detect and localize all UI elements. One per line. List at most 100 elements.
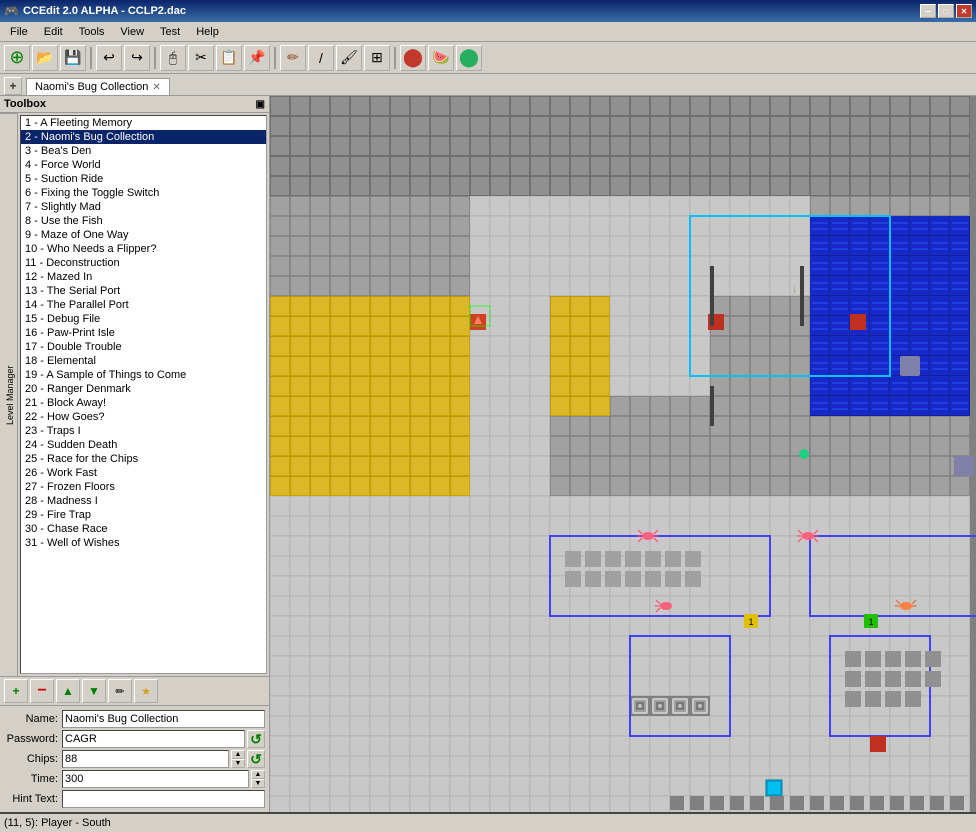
save-button[interactable]: 💾 bbox=[60, 45, 86, 71]
level-manager-tab[interactable]: Level Manager bbox=[3, 113, 17, 676]
time-input[interactable] bbox=[62, 770, 249, 788]
move-up-button[interactable]: ▲ bbox=[56, 679, 80, 703]
level-list-item[interactable]: 14 - The Parallel Port bbox=[21, 298, 266, 312]
menu-test[interactable]: Test bbox=[152, 24, 188, 40]
chips-input[interactable] bbox=[62, 750, 229, 768]
titlebar: 🎮 CCEdit 2.0 ALPHA - CCLP2.dac − □ ✕ bbox=[0, 0, 976, 22]
select-button[interactable]: 🖰 bbox=[160, 45, 186, 71]
rect-button[interactable]: ⊞ bbox=[364, 45, 390, 71]
copy-button[interactable]: 📋 bbox=[216, 45, 242, 71]
line-button[interactable]: / bbox=[308, 45, 334, 71]
minimize-button[interactable]: − bbox=[920, 4, 936, 18]
level-list-item[interactable]: 12 - Mazed In bbox=[21, 270, 266, 284]
level-list-scroll[interactable]: 1 - A Fleeting Memory2 - Naomi's Bug Col… bbox=[20, 115, 267, 674]
refresh-password-button[interactable]: ↺ bbox=[247, 730, 265, 748]
time-up-button[interactable]: ▲ bbox=[251, 770, 265, 779]
green-dot-button[interactable]: ⬤ bbox=[456, 45, 482, 71]
level-list-item[interactable]: 7 - Slightly Mad bbox=[21, 200, 266, 214]
chips-input-wrap: ▲ ▼ ↺ bbox=[62, 750, 265, 768]
chips-spinner: ▲ ▼ bbox=[231, 750, 245, 768]
level-list-item[interactable]: 22 - How Goes? bbox=[21, 410, 266, 424]
menu-edit[interactable]: Edit bbox=[36, 24, 71, 40]
menu-help[interactable]: Help bbox=[188, 24, 227, 40]
fill-button[interactable]: 🖌 bbox=[336, 45, 362, 71]
main-layout: Toolbox ▣ Level Manager Tiles - Sorted A… bbox=[0, 96, 976, 812]
level-list-item[interactable]: 23 - Traps I bbox=[21, 424, 266, 438]
new-button[interactable]: ⊕ bbox=[4, 45, 30, 71]
hint-input[interactable] bbox=[62, 790, 265, 808]
level-list-item[interactable]: 28 - Madness I bbox=[21, 494, 266, 508]
canvas-area[interactable]: 1 1 bbox=[270, 96, 976, 812]
level-list-item[interactable]: 15 - Debug File bbox=[21, 312, 266, 326]
name-input[interactable] bbox=[62, 710, 265, 728]
level-list-item[interactable]: 13 - The Serial Port bbox=[21, 284, 266, 298]
level-list-item[interactable]: 6 - Fixing the Toggle Switch bbox=[21, 186, 266, 200]
level-list-item[interactable]: 26 - Work Fast bbox=[21, 466, 266, 480]
menu-file[interactable]: File bbox=[2, 24, 36, 40]
menu-tools[interactable]: Tools bbox=[71, 24, 113, 40]
chips-down-button[interactable]: ▼ bbox=[231, 759, 245, 768]
pencil-button[interactable]: ✏ bbox=[280, 45, 306, 71]
tab-naomis-bug[interactable]: Naomi's Bug Collection ✕ bbox=[26, 78, 170, 95]
level-list-item[interactable]: 8 - Use the Fish bbox=[21, 214, 266, 228]
level-list-item[interactable]: 20 - Ranger Denmark bbox=[21, 382, 266, 396]
refresh-chips-button[interactable]: ↺ bbox=[247, 750, 265, 768]
hint-label: Hint Text: bbox=[4, 793, 62, 805]
tab-label: Naomi's Bug Collection bbox=[35, 81, 148, 93]
level-list-item[interactable]: 10 - Who Needs a Flipper? bbox=[21, 242, 266, 256]
titlebar-controls: − □ ✕ bbox=[920, 4, 972, 18]
level-list-item[interactable]: 9 - Maze of One Way bbox=[21, 228, 266, 242]
toolbox-label: Toolbox bbox=[4, 98, 46, 110]
time-down-button[interactable]: ▼ bbox=[251, 779, 265, 788]
level-list-item[interactable]: 30 - Chase Race bbox=[21, 522, 266, 536]
edit-props-button[interactable]: ✏ bbox=[108, 679, 132, 703]
level-list-item[interactable]: 21 - Block Away! bbox=[21, 396, 266, 410]
properties-panel: Name: Password: ↺ Chips: ▲ ▼ ↺ bbox=[0, 705, 269, 812]
game-canvas[interactable]: 1 1 bbox=[270, 96, 976, 812]
chips-up-button[interactable]: ▲ bbox=[231, 750, 245, 759]
level-list-item[interactable]: 1 - A Fleeting Memory bbox=[21, 116, 266, 130]
paste-button[interactable]: 📌 bbox=[244, 45, 270, 71]
redo-button[interactable]: ↪ bbox=[124, 45, 150, 71]
name-row: Name: bbox=[4, 710, 265, 728]
player-character bbox=[470, 314, 486, 330]
level-list-item[interactable]: 3 - Bea's Den bbox=[21, 144, 266, 158]
cut-button[interactable]: ✂ bbox=[188, 45, 214, 71]
open-button[interactable]: 📂 bbox=[32, 45, 58, 71]
level-list-item[interactable]: 27 - Frozen Floors bbox=[21, 480, 266, 494]
level-list-item[interactable]: 18 - Elemental bbox=[21, 354, 266, 368]
move-down-button[interactable]: ▼ bbox=[82, 679, 106, 703]
add-level-button[interactable]: + bbox=[4, 679, 28, 703]
watermelon-button[interactable]: 🍉 bbox=[428, 45, 454, 71]
remove-level-button[interactable]: − bbox=[30, 679, 54, 703]
favorite-button[interactable]: ★ bbox=[134, 679, 158, 703]
level-list-container: Level Manager Tiles - Sorted All Tiles 1… bbox=[0, 113, 269, 676]
level-list-item[interactable]: 24 - Sudden Death bbox=[21, 438, 266, 452]
level-list-item[interactable]: 19 - A Sample of Things to Come bbox=[21, 368, 266, 382]
close-button[interactable]: ✕ bbox=[956, 4, 972, 18]
tab-close-icon[interactable]: ✕ bbox=[152, 82, 160, 93]
level-list-item[interactable]: 29 - Fire Trap bbox=[21, 508, 266, 522]
maximize-button[interactable]: □ bbox=[938, 4, 954, 18]
level-list-item[interactable]: 4 - Force World bbox=[21, 158, 266, 172]
hint-row: Hint Text: bbox=[4, 790, 265, 808]
time-spinner: ▲ ▼ bbox=[251, 770, 265, 788]
sep3 bbox=[274, 47, 276, 69]
tiles-sorted-tab[interactable]: Tiles - Sorted bbox=[0, 113, 3, 676]
time-label: Time: bbox=[4, 773, 62, 785]
red-dot-button[interactable]: ⬤ bbox=[400, 45, 426, 71]
level-list-item[interactable]: 2 - Naomi's Bug Collection bbox=[21, 130, 266, 144]
undo-button[interactable]: ↩ bbox=[96, 45, 122, 71]
statusbar: (11, 5): Player - South bbox=[0, 812, 976, 832]
add-tab-button[interactable]: + bbox=[4, 77, 22, 95]
level-list-item[interactable]: 11 - Deconstruction bbox=[21, 256, 266, 270]
level-list-item[interactable]: 31 - Well of Wishes bbox=[21, 536, 266, 550]
toolbox-collapse-button[interactable]: ▣ bbox=[256, 99, 265, 110]
time-row: Time: ▲ ▼ bbox=[4, 770, 265, 788]
password-input[interactable] bbox=[62, 730, 245, 748]
level-list-item[interactable]: 16 - Paw-Print Isle bbox=[21, 326, 266, 340]
level-list-item[interactable]: 5 - Suction Ride bbox=[21, 172, 266, 186]
level-list-item[interactable]: 17 - Double Trouble bbox=[21, 340, 266, 354]
level-list-item[interactable]: 25 - Race for the Chips bbox=[21, 452, 266, 466]
menu-view[interactable]: View bbox=[112, 24, 152, 40]
